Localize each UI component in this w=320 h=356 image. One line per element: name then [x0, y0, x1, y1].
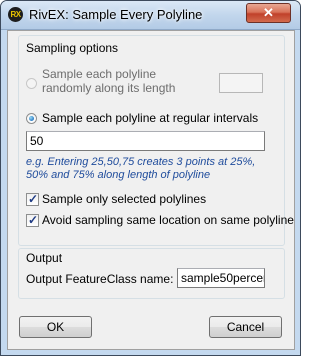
avoid-same-location-checkbox[interactable]: ✓: [26, 213, 39, 227]
intervals-input[interactable]: 50: [26, 131, 265, 151]
intervals-hint-line1: e.g. Entering 25,50,75 creates 3 points …: [26, 156, 256, 168]
close-button[interactable]: ✕: [246, 3, 291, 23]
radio-selected-dot: [29, 116, 34, 121]
regular-intervals-radio[interactable]: [26, 113, 37, 124]
selected-only-checkbox[interactable]: ✓: [26, 192, 39, 206]
checkmark-icon: ✓: [28, 213, 39, 227]
checkmark-icon: ✓: [28, 192, 39, 206]
featureclass-name-label: Output FeatureClass name:: [26, 272, 174, 286]
dialog-body: Sampling options Sample each polyline ra…: [7, 30, 295, 350]
random-sampling-label-line1: Sample each polyline: [42, 67, 157, 81]
sampling-options-title: Sampling options: [26, 41, 119, 55]
sampling-options-group: Sampling options Sample each polyline ra…: [18, 35, 294, 246]
random-count-input[interactable]: [219, 73, 263, 93]
selected-only-label: Sample only selected polylines: [42, 192, 207, 206]
featureclass-name-input[interactable]: sample50percent: [177, 268, 265, 288]
output-group: Output Output FeatureClass name: sample5…: [18, 248, 285, 299]
random-sampling-label-line2: randomly along its length: [42, 81, 176, 95]
rivex-logo-icon: RX: [8, 7, 23, 22]
title-bar[interactable]: RX RivEX: Sample Every Polyline ✕: [1, 1, 300, 30]
regular-intervals-label: Sample each polyline at regular interval…: [42, 111, 259, 125]
intervals-hint-line2: 50% and 75% along length of polyline: [26, 169, 211, 181]
random-sampling-radio[interactable]: [26, 78, 37, 89]
intervals-hint: e.g. Entering 25,50,75 creates 3 points …: [26, 156, 255, 182]
cancel-button[interactable]: Cancel: [209, 316, 282, 338]
random-sampling-label: Sample each polyline randomly along its …: [42, 67, 175, 95]
dialog-window: RX RivEX: Sample Every Polyline ✕ Sampli…: [0, 0, 301, 356]
window-title: RivEX: Sample Every Polyline: [29, 7, 203, 22]
avoid-same-location-label: Avoid sampling same location on same pol…: [42, 213, 294, 227]
ok-button[interactable]: OK: [19, 316, 92, 338]
output-group-title: Output: [26, 251, 63, 265]
